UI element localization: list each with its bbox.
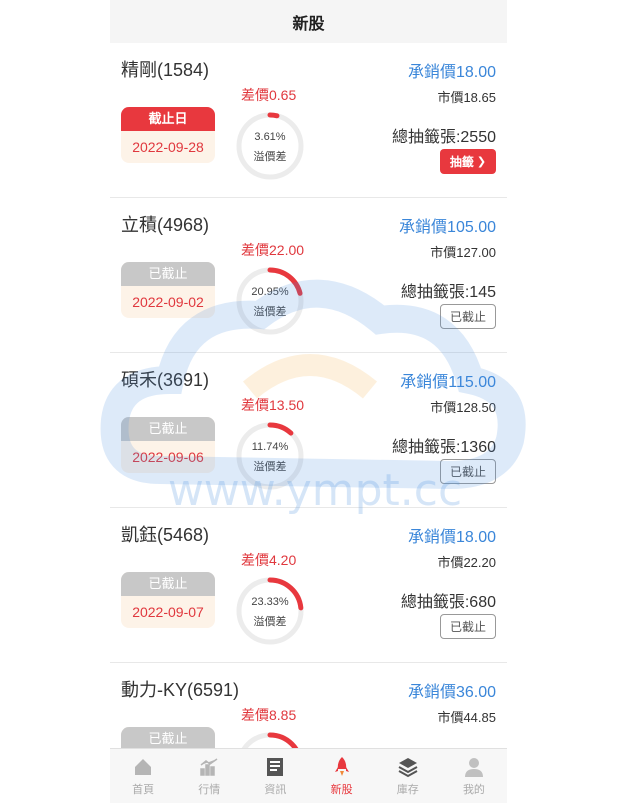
tab-rocket[interactable]: 新股 [309, 749, 375, 803]
gauge-ring [236, 732, 304, 748]
market-price: 市價18.65 [437, 90, 496, 105]
price-difference: 差價8.85 [241, 707, 297, 723]
tab-news[interactable]: 資訊 [242, 749, 308, 803]
premium-gauge: 11.74% 溢價差 [235, 421, 305, 491]
deadline-date: 2022-09-02 [132, 294, 204, 310]
market-price: 市價44.85 [437, 710, 496, 725]
deadline-badge: 已截止 2022-09-06 [121, 417, 215, 473]
news-icon [267, 757, 284, 776]
underwriting-price: 承銷價105.00 [399, 219, 496, 236]
app-screen: 新股 精剛(1584) 承銷價18.00 差價0.65 市價18.65 截止日 … [110, 0, 507, 803]
premium-label: 溢價差 [253, 461, 287, 473]
total-lottery-lots: 總抽籤張:1360 [391, 439, 496, 456]
tab-user[interactable]: 我的 [441, 749, 507, 803]
underwriting-price: 承銷價18.00 [407, 64, 496, 81]
premium-label: 溢價差 [253, 616, 287, 628]
closed-button[interactable]: 已截止 [440, 614, 496, 639]
gauge-ring [236, 267, 304, 335]
premium-percent: 23.33% [251, 596, 289, 608]
premium-gauge: 3.61% 溢價差 [235, 111, 305, 181]
premium-gauge: 23.33% 溢價差 [235, 576, 305, 646]
underwriting-price: 承銷價115.00 [400, 374, 496, 391]
tab-label: 新股 [330, 783, 353, 796]
underwriting-price: 承銷價36.00 [407, 684, 496, 701]
page-title: 新股 [110, 0, 507, 43]
tab-label: 我的 [462, 783, 485, 796]
button-label: 已截止 [449, 465, 486, 479]
ipo-card[interactable]: 動力-KY(6591) 承銷價36.00 差價8.85 市價44.85 已截止 … [110, 663, 507, 748]
premium-percent: 3.61% [254, 131, 286, 143]
gauge-ring [236, 577, 304, 645]
premium-gauge: 20.95% 溢價差 [235, 266, 305, 336]
ipo-card[interactable]: 立積(4968) 承銷價105.00 差價22.00 市價127.00 已截止 … [110, 198, 507, 353]
chevron-right-icon: ❯ [476, 156, 487, 168]
closed-button[interactable]: 已截止 [440, 459, 496, 484]
premium-gauge: 溢價差 [235, 731, 305, 748]
price-difference: 差價0.65 [241, 87, 297, 103]
rocket-icon [334, 756, 349, 776]
tab-label: 行情 [198, 783, 221, 796]
deadline-badge: 已截止 2022-09-02 [121, 262, 215, 318]
deadline-status: 截止日 [121, 107, 215, 131]
home-icon [135, 758, 152, 775]
stock-name: 立積(4968) [121, 215, 210, 235]
market-price: 市價127.00 [430, 245, 496, 260]
deadline-date: 2022-09-28 [132, 139, 204, 155]
draw-lottery-button[interactable]: 抽籤 ❯ [440, 149, 496, 174]
gauge-ring [236, 112, 304, 180]
tab-layers[interactable]: 庫存 [375, 749, 441, 803]
premium-percent: 20.95% [251, 286, 289, 298]
premium-label: 溢價差 [253, 306, 287, 318]
tab-label: 首頁 [132, 783, 155, 796]
layers-icon [398, 757, 418, 777]
closed-button[interactable]: 已截止 [440, 304, 496, 329]
deadline-status: 已截止 [121, 572, 215, 596]
stock-name: 碩禾(3691) [121, 370, 210, 390]
user-icon [464, 757, 483, 777]
chart-icon [200, 757, 218, 776]
price-difference: 差價22.00 [241, 242, 305, 258]
total-lottery-lots: 總抽籤張:145 [400, 284, 496, 301]
gauge-ring [236, 422, 304, 490]
price-difference: 差價4.20 [241, 552, 297, 568]
premium-label: 溢價差 [253, 151, 287, 163]
tab-label: 庫存 [396, 783, 419, 796]
stock-name: 凱鈺(5468) [121, 525, 210, 545]
deadline-status: 已截止 [121, 417, 215, 441]
deadline-badge: 已截止 2022-09-07 [121, 572, 215, 628]
button-label: 抽籤 [449, 155, 474, 169]
price-difference: 差價13.50 [241, 397, 305, 413]
deadline-badge: 已截止 [121, 727, 215, 748]
tab-home[interactable]: 首頁 [110, 749, 176, 803]
tab-chart[interactable]: 行情 [176, 749, 242, 803]
ipo-list[interactable]: 精剛(1584) 承銷價18.00 差價0.65 市價18.65 截止日 202… [110, 43, 507, 748]
underwriting-price: 承銷價18.00 [407, 529, 496, 546]
ipo-card[interactable]: 凱鈺(5468) 承銷價18.00 差價4.20 市價22.20 已截止 202… [110, 508, 507, 663]
total-lottery-lots: 總抽籤張:680 [400, 594, 496, 611]
deadline-date: 2022-09-07 [132, 604, 204, 620]
deadline-date: 2022-09-06 [132, 449, 204, 465]
ipo-card[interactable]: 精剛(1584) 承銷價18.00 差價0.65 市價18.65 截止日 202… [110, 43, 507, 198]
stock-name: 精剛(1584) [121, 60, 210, 80]
button-label: 已截止 [449, 310, 486, 324]
deadline-status: 已截止 [121, 727, 215, 748]
bottom-tab-bar: 首頁 行情 資訊 新股 庫存 我的 [110, 748, 507, 803]
total-lottery-lots: 總抽籤張:2550 [391, 129, 496, 146]
tab-label: 資訊 [264, 783, 287, 796]
ipo-card[interactable]: 碩禾(3691) 承銷價115.00 差價13.50 市價128.50 已截止 … [110, 353, 507, 508]
stock-name: 動力-KY(6591) [121, 680, 240, 700]
premium-percent: 11.74% [251, 441, 289, 453]
deadline-status: 已截止 [121, 262, 215, 286]
deadline-badge: 截止日 2022-09-28 [121, 107, 215, 163]
market-price: 市價128.50 [430, 400, 496, 415]
market-price: 市價22.20 [437, 555, 496, 570]
button-label: 已截止 [449, 620, 486, 634]
